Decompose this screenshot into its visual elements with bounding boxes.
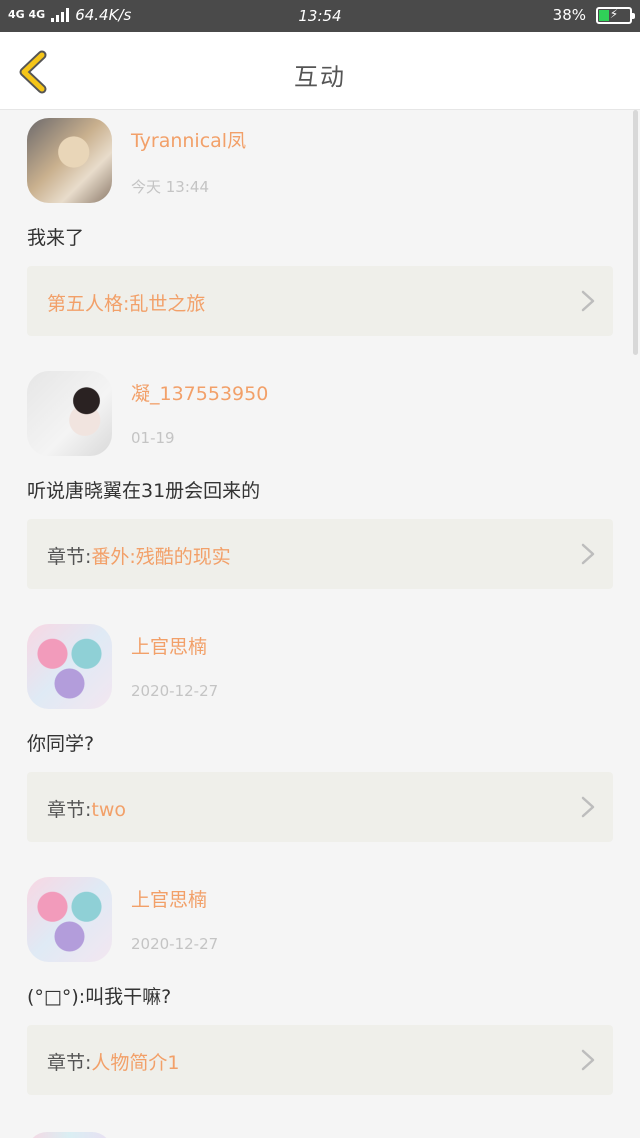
- username[interactable]: Tyrannical凤: [131, 126, 246, 153]
- chapter-label: 章节:番外:残酷的现实: [47, 542, 231, 569]
- timestamp: 2020-12-27: [131, 682, 219, 700]
- timestamp: 今天 13:44: [131, 178, 209, 196]
- timestamp: 2020-12-27: [131, 935, 219, 953]
- chapter-link[interactable]: 章节:番外:残酷的现实: [27, 519, 613, 589]
- comment-text[interactable]: 我来了: [27, 223, 84, 250]
- avatar[interactable]: [27, 1132, 112, 1138]
- chapter-label: 章节:人物简介1: [47, 1048, 180, 1075]
- chapter-title: 番外:残酷的现实: [91, 546, 231, 568]
- battery-icon: ⚡: [596, 6, 635, 24]
- chapter-prefix: 章节:: [47, 546, 92, 568]
- username[interactable]: 上官思楠: [131, 632, 207, 659]
- list-item: 上官思楠 2020-12-27 你同学? 章节:two: [0, 616, 640, 869]
- chapter-link[interactable]: 章节:two: [27, 772, 613, 842]
- username[interactable]: 上官思楠: [131, 885, 207, 912]
- chapter-prefix: 章节:: [47, 1052, 92, 1074]
- interaction-list[interactable]: Tyrannical凤 今天 13:44 我来了 第五人格:乱世之旅 凝_137…: [0, 110, 640, 1138]
- chevron-right-icon: [581, 1049, 595, 1071]
- status-right: 38% ⚡: [552, 6, 635, 24]
- comment-text[interactable]: 你同学?: [27, 729, 94, 756]
- chapter-title: 第五人格:乱世之旅: [47, 293, 206, 315]
- status-bar: 4G 4G 64.4K/s 13:54 38% ⚡: [0, 0, 640, 32]
- charging-icon: ⚡: [609, 6, 619, 21]
- timestamp: 01-19: [131, 429, 175, 447]
- page-title: 互动: [294, 63, 346, 91]
- avatar[interactable]: [27, 877, 112, 962]
- list-item: Tyrannical凤 今天 13:44 我来了 第五人格:乱世之旅: [0, 110, 640, 363]
- comment-text[interactable]: (°□°):叫我干嘛?: [27, 982, 171, 1009]
- chapter-link[interactable]: 第五人格:乱世之旅: [27, 266, 613, 336]
- avatar[interactable]: [27, 118, 112, 203]
- username[interactable]: 凝_137553950: [131, 379, 268, 406]
- comment-text[interactable]: 听说唐晓翼在31册会回来的: [27, 476, 260, 503]
- chapter-link[interactable]: 章节:人物简介1: [27, 1025, 613, 1095]
- scrollbar[interactable]: [633, 110, 638, 355]
- avatar[interactable]: [27, 371, 112, 456]
- chapter-prefix: 章节:: [47, 799, 92, 821]
- chevron-right-icon: [581, 796, 595, 818]
- chevron-right-icon: [581, 290, 595, 312]
- battery-percent: 38%: [552, 6, 586, 24]
- chapter-label: 章节:two: [47, 795, 126, 822]
- chapter-title: 人物简介1: [91, 1052, 180, 1074]
- clock: 13:54: [298, 7, 342, 25]
- chapter-title: two: [91, 799, 127, 821]
- chevron-right-icon: [581, 543, 595, 565]
- nav-bar: 互动: [0, 32, 640, 110]
- avatar[interactable]: [27, 624, 112, 709]
- list-item: 上官思楠 2020-12-27 (°□°):叫我干嘛? 章节:人物简介1: [0, 869, 640, 1122]
- chapter-label: 第五人格:乱世之旅: [47, 289, 205, 316]
- list-item: 凝_137553950 01-19 听说唐晓翼在31册会回来的 章节:番外:残酷…: [0, 363, 640, 616]
